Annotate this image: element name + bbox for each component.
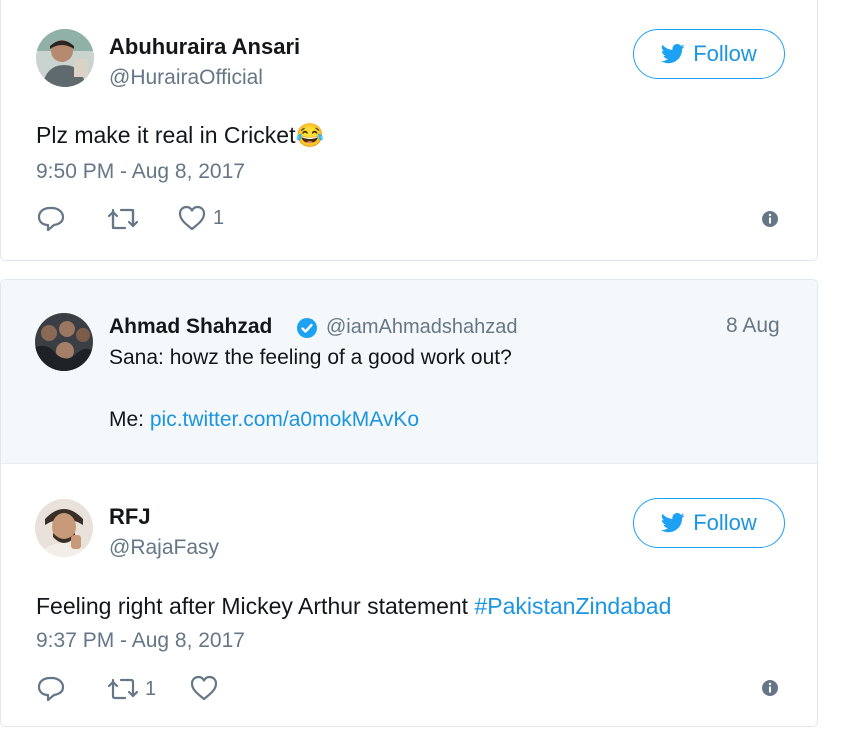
author-name[interactable]: Abuhuraira Ansari: [109, 34, 300, 60]
tweet-timestamp[interactable]: 9:37 PM - Aug 8, 2017: [36, 629, 245, 653]
tweet-timestamp[interactable]: 9:50 PM - Aug 8, 2017: [36, 160, 245, 184]
like-icon: [178, 205, 206, 231]
follow-label: Follow: [693, 41, 757, 66]
author-handle[interactable]: @RajaFasy: [109, 536, 219, 560]
follow-label: Follow: [693, 510, 757, 535]
parent-author-handle[interactable]: @iamAhmadshahzad: [326, 316, 518, 339]
twitter-bird-icon: [661, 44, 685, 64]
parent-text-line1: Sana: howz the feeling of a good work ou…: [109, 346, 512, 369]
verified-icon: [297, 318, 317, 338]
author-handle[interactable]: @HurairaOfficial: [109, 66, 263, 90]
pic-link[interactable]: pic.twitter.com/a0mokMAvKo: [150, 408, 419, 431]
author-name[interactable]: RFJ: [109, 504, 151, 530]
tweet-text-body: Feeling right after Mickey Arthur statem…: [36, 593, 475, 619]
like-count: 1: [213, 206, 225, 229]
twitter-bird-icon: [661, 513, 685, 533]
laughing-emoji-icon: 😂: [295, 122, 325, 148]
info-icon: [762, 680, 778, 696]
tweet-text: Plz make it real in Cricket😂: [36, 122, 324, 149]
parent-tweet[interactable]: Ahmad Shahzad @iamAhmadshahzad 8 Aug San…: [1, 280, 817, 464]
hashtag-link[interactable]: #PakistanZindabad: [474, 593, 671, 619]
retweet-icon: [107, 208, 139, 230]
parent-date[interactable]: 8 Aug: [726, 314, 780, 338]
avatar[interactable]: [35, 499, 93, 557]
reply-action[interactable]: [37, 206, 71, 232]
reply-icon: [37, 206, 65, 232]
info-icon: [762, 211, 778, 227]
retweet-action[interactable]: 1: [107, 676, 156, 702]
retweet-count: 1: [145, 677, 157, 700]
like-action[interactable]: 1: [177, 204, 224, 232]
tweet-text-body: Plz make it real in Cricket: [36, 122, 296, 148]
reply-icon: [37, 676, 65, 702]
like-action[interactable]: [189, 674, 225, 702]
info-button[interactable]: [761, 210, 779, 228]
parent-author-name[interactable]: Ahmad Shahzad: [109, 315, 272, 339]
like-icon: [190, 675, 218, 701]
tweet-card-abuhuraira: Abuhuraira Ansari @HurairaOfficial Follo…: [0, 0, 818, 261]
retweet-icon: [107, 678, 139, 700]
tweet-text: Feeling right after Mickey Arthur statem…: [36, 593, 671, 620]
follow-button[interactable]: Follow: [633, 498, 785, 548]
avatar[interactable]: [36, 29, 94, 87]
avatar[interactable]: [35, 313, 93, 371]
parent-text-prefix: Me:: [109, 408, 150, 431]
parent-text-line2: Me: pic.twitter.com/a0mokMAvKo: [109, 408, 419, 432]
retweet-action[interactable]: [107, 206, 145, 232]
info-button[interactable]: [761, 679, 779, 697]
follow-button[interactable]: Follow: [633, 29, 785, 79]
tweet-card-rfj: Ahmad Shahzad @iamAhmadshahzad 8 Aug San…: [0, 279, 818, 727]
reply-action[interactable]: [37, 676, 71, 702]
